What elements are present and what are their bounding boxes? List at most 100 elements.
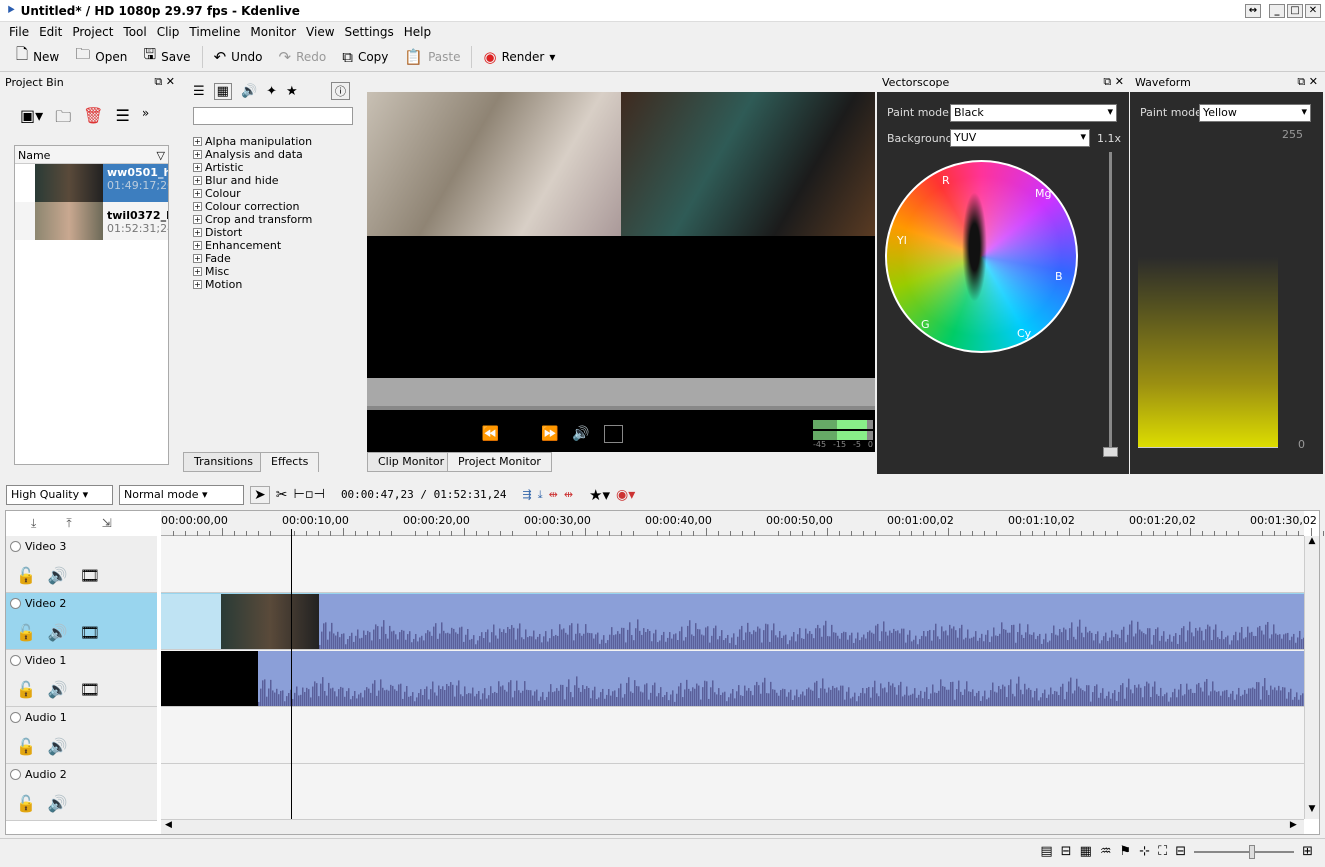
mute-audio-icon[interactable]: 🔊 — [48, 623, 68, 642]
track-header[interactable]: Video 1 🔓 🔊 🎞 — [6, 650, 157, 707]
new-button[interactable]: 🗋 New — [8, 44, 67, 69]
render-button[interactable]: ◉ Render ▾ — [475, 48, 563, 66]
save-button[interactable]: 🖫 Save — [135, 44, 198, 69]
menu-clip[interactable]: Clip — [152, 25, 185, 39]
expand-icon[interactable]: + — [193, 150, 202, 159]
track-target-radio[interactable] — [10, 541, 21, 552]
menu-icon[interactable]: ☰ — [115, 106, 129, 133]
rewind-icon[interactable]: ⏪ — [481, 426, 498, 442]
effect-category[interactable]: + Colour correction — [183, 200, 360, 213]
menu-edit[interactable]: Edit — [34, 25, 67, 39]
effect-category[interactable]: + Colour — [183, 187, 360, 200]
lock-icon[interactable]: 🔓 — [16, 794, 36, 813]
effect-category[interactable]: + Alpha manipulation — [183, 135, 360, 148]
spacer-tool-icon[interactable]: ⊢▫⊣ — [293, 487, 324, 502]
menu-monitor[interactable]: Monitor — [245, 25, 301, 39]
zoom-slider[interactable] — [1103, 152, 1118, 457]
bin-clip-item[interactable]: twil0372_h 01:52:31;24 — [15, 202, 168, 240]
video-effects-icon[interactable]: ▦ — [213, 82, 232, 100]
expand-icon[interactable]: + — [193, 163, 202, 172]
paint-mode-select[interactable]: Black — [950, 104, 1117, 122]
effect-category[interactable]: + Artistic — [183, 161, 360, 174]
delete-icon[interactable]: 🗑 — [83, 106, 103, 133]
menu-file[interactable]: File — [4, 25, 34, 39]
zoom-slider[interactable] — [1194, 844, 1295, 859]
custom-effects-icon[interactable]: ✦ — [266, 84, 277, 99]
track-target-radio[interactable] — [10, 598, 21, 609]
tab-project-monitor[interactable]: Project Monitor — [447, 452, 552, 472]
background-select[interactable]: YUV — [950, 129, 1090, 147]
menu-tool[interactable]: Tool — [118, 25, 151, 39]
playhead[interactable] — [291, 529, 292, 819]
hide-video-icon[interactable]: 🎞 — [80, 680, 100, 699]
track-lane[interactable] — [161, 593, 1304, 650]
minimize-button[interactable]: _ — [1269, 3, 1285, 18]
monitor-ruler[interactable] — [367, 378, 875, 410]
lock-icon[interactable]: 🔓 — [16, 680, 36, 699]
effect-category[interactable]: + Motion — [183, 278, 360, 291]
track-header[interactable]: Audio 1 🔓 🔊 — [6, 707, 157, 764]
quality-select[interactable]: High Quality ▾ — [6, 484, 113, 505]
expand-icon[interactable]: + — [193, 254, 202, 263]
expand-icon[interactable]: + — [193, 202, 202, 211]
mute-audio-icon[interactable]: 🔊 — [48, 737, 68, 756]
redo-button[interactable]: ↷ Redo — [271, 48, 335, 66]
menu-settings[interactable]: Settings — [340, 25, 399, 39]
record-icon[interactable]: ◉▾ — [616, 487, 635, 503]
expand-icon[interactable]: + — [193, 241, 202, 250]
menu-help[interactable]: Help — [399, 25, 436, 39]
mute-audio-icon[interactable]: 🔊 — [48, 680, 68, 699]
mute-audio-icon[interactable]: 🔊 — [48, 566, 68, 585]
effect-category[interactable]: + Distort — [183, 226, 360, 239]
horizontal-scrollbar[interactable]: ◀ ▶ — [161, 819, 1304, 834]
show-thumbnails-icon[interactable]: ▤ — [1040, 844, 1052, 859]
open-button[interactable]: 🗀 Open — [67, 44, 135, 69]
panel-float-close-icon[interactable]: ⧉ ✕ — [1103, 75, 1124, 89]
set-out-point-icon[interactable]: ⇥ — [456, 426, 468, 442]
tab-clip-monitor[interactable]: Clip Monitor — [367, 452, 456, 472]
mute-audio-icon[interactable]: 🔊 — [48, 794, 68, 813]
timecode-spinner[interactable]: ⇕ — [728, 428, 737, 441]
timeline-position[interactable]: 00:00:47,23 / 01:52:31,24 — [341, 488, 507, 501]
monitor-menu-icon[interactable]: ☰ — [745, 426, 758, 442]
audio-thumbnails-icon[interactable]: ♒ — [1100, 844, 1112, 859]
menu-view[interactable]: View — [301, 25, 339, 39]
track-lane[interactable] — [161, 764, 1304, 821]
edit-mode-select[interactable]: Normal mode ▾ — [119, 484, 244, 505]
hide-video-icon[interactable]: 🎞 — [80, 566, 100, 585]
timeline-clip[interactable] — [221, 594, 1304, 649]
bin-clip-item[interactable]: ww0501_h 01:49:17;20 — [15, 164, 168, 202]
overwrite-icon[interactable]: ⤓ — [538, 488, 543, 502]
project-monitor[interactable] — [367, 92, 875, 452]
more-icon[interactable]: » — [142, 106, 149, 133]
zone-icon[interactable]: ⤒ — [66, 516, 71, 531]
insert-icon[interactable]: ⇶ — [523, 488, 532, 501]
expand-icon[interactable]: + — [193, 267, 202, 276]
add-clip-icon[interactable]: ▣▾ — [20, 106, 43, 133]
effect-category[interactable]: + Enhancement — [183, 239, 360, 252]
effect-category[interactable]: + Analysis and data — [183, 148, 360, 161]
chevron-down-icon[interactable]: ▾ — [549, 50, 555, 64]
audio-effects-icon[interactable]: 🔊 — [241, 84, 257, 99]
panel-float-close-icon[interactable]: ⧉ ✕ — [1297, 75, 1318, 89]
track-target-radio[interactable] — [10, 769, 21, 780]
extract-icon[interactable]: ⇹ — [549, 488, 558, 501]
lock-icon[interactable]: 🔓 — [16, 566, 36, 585]
expand-icon[interactable]: + — [193, 215, 202, 224]
show-markers-icon[interactable]: ⊟ — [1061, 844, 1072, 859]
expand-icon[interactable]: + — [193, 280, 202, 289]
timeline-ruler[interactable]: 00:00:00,00 00:00:10,00 00:00:20,00 00:00:3… — [161, 511, 1324, 536]
info-icon[interactable]: ⓘ — [331, 82, 350, 100]
tab-effects[interactable]: Effects — [260, 452, 320, 472]
name-column-header[interactable]: Name ▽ — [15, 146, 168, 164]
set-in-point-icon[interactable]: ⇤ — [430, 426, 442, 442]
effects-search-input[interactable] — [193, 107, 353, 125]
track-header[interactable]: Video 2 🔓 🔊 🎞 — [6, 593, 157, 650]
favorites-icon[interactable]: ★▾ — [589, 486, 610, 504]
close-button[interactable]: ✕ — [1305, 3, 1321, 18]
track-target-radio[interactable] — [10, 655, 21, 666]
vertical-scrollbar[interactable]: ▲ ▼ — [1304, 536, 1319, 819]
paste-button[interactable]: 📋 Paste — [396, 48, 468, 66]
effect-category[interactable]: + Misc — [183, 265, 360, 278]
track-header[interactable]: Audio 2 🔓 🔊 — [6, 764, 157, 821]
